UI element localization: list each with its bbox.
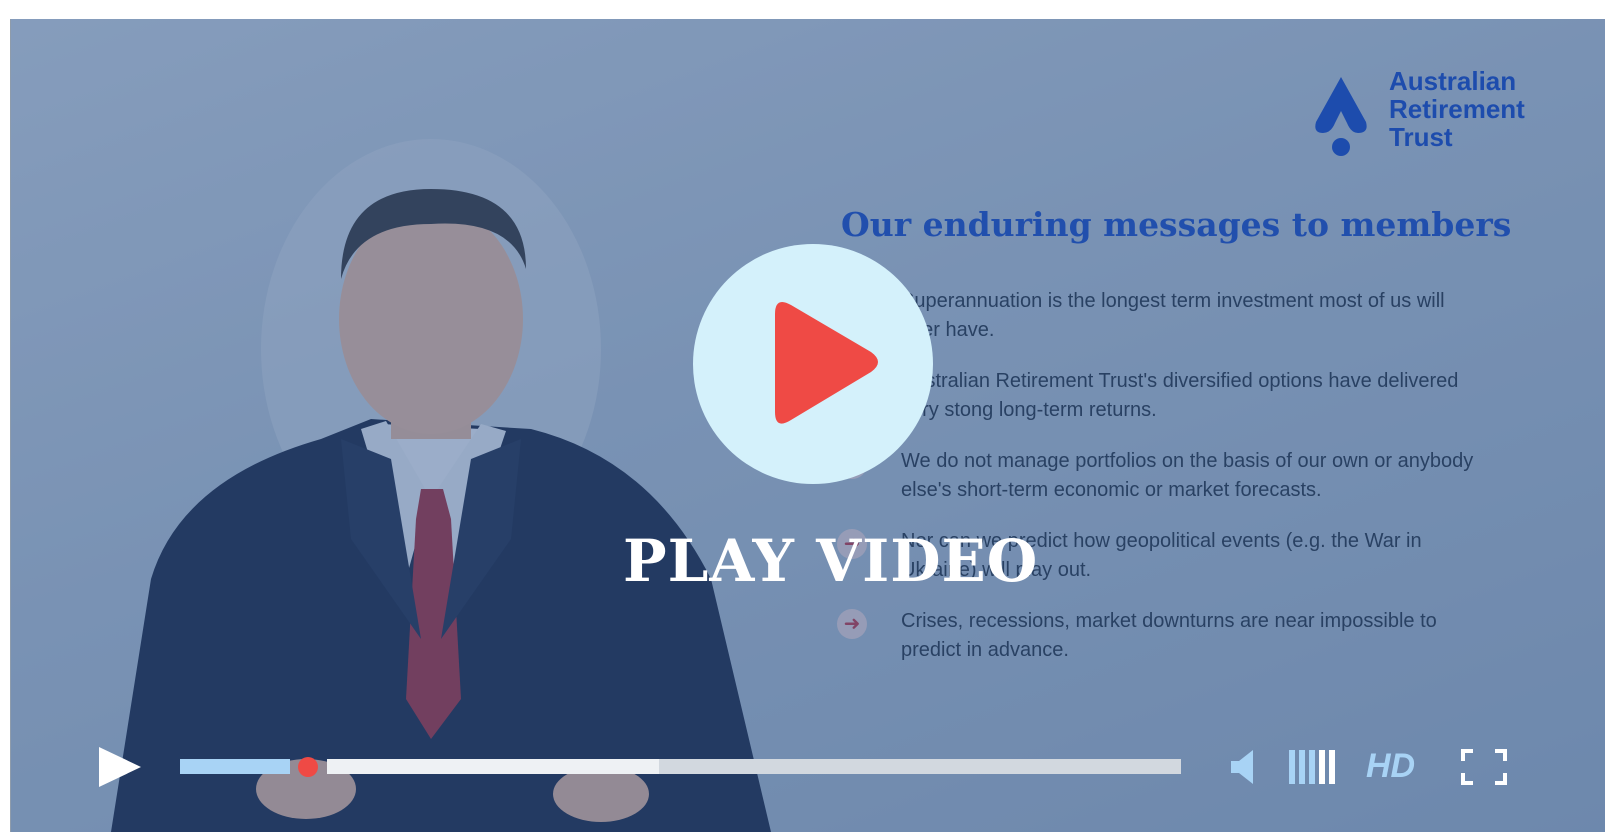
volume-level-icon[interactable] [1287, 748, 1339, 786]
bullet-text: Australian Retirement Trust's diversifie… [901, 370, 1459, 421]
slide-bullets: ➜ Superannuation is the longest term inv… [837, 287, 1477, 687]
logo-wordmark: Australian Retirement Trust [1389, 67, 1525, 151]
logo-line: Trust [1389, 122, 1453, 152]
progress-buffered [327, 759, 659, 774]
play-icon[interactable] [95, 745, 145, 789]
fullscreen-icon[interactable] [1461, 749, 1507, 785]
play-icon [775, 302, 878, 424]
progress-played[interactable] [180, 759, 290, 774]
progress-handle[interactable] [298, 757, 318, 777]
hd-toggle[interactable]: HD [1366, 747, 1415, 785]
logo-line: Australian [1389, 66, 1517, 96]
bullet-text: Crises, recessions, market downturns are… [901, 610, 1437, 661]
video-player[interactable]: Australian Retirement Trust Our enduring… [11, 19, 1605, 832]
arrow-right-icon: ➜ [837, 609, 867, 639]
bullet-item: ➜ Australian Retirement Trust's diversif… [837, 367, 1477, 425]
volume-icon[interactable] [1229, 748, 1259, 786]
logo-line: Retirement [1389, 94, 1525, 124]
slide-title: Our enduring messages to members [841, 205, 1512, 244]
bullet-item: ➜ Superannuation is the longest term inv… [837, 287, 1477, 345]
bullet-text: Superannuation is the longest term inves… [901, 290, 1445, 341]
bullet-item: ➜ Crises, recessions, market downturns a… [837, 607, 1477, 665]
play-video-label[interactable]: PLAY VIDEO [623, 527, 1037, 595]
bullet-item: ➜ We do not manage portfolios on the bas… [837, 447, 1477, 505]
bullet-text: We do not manage portfolios on the basis… [901, 450, 1474, 501]
big-play-button[interactable] [693, 244, 933, 484]
